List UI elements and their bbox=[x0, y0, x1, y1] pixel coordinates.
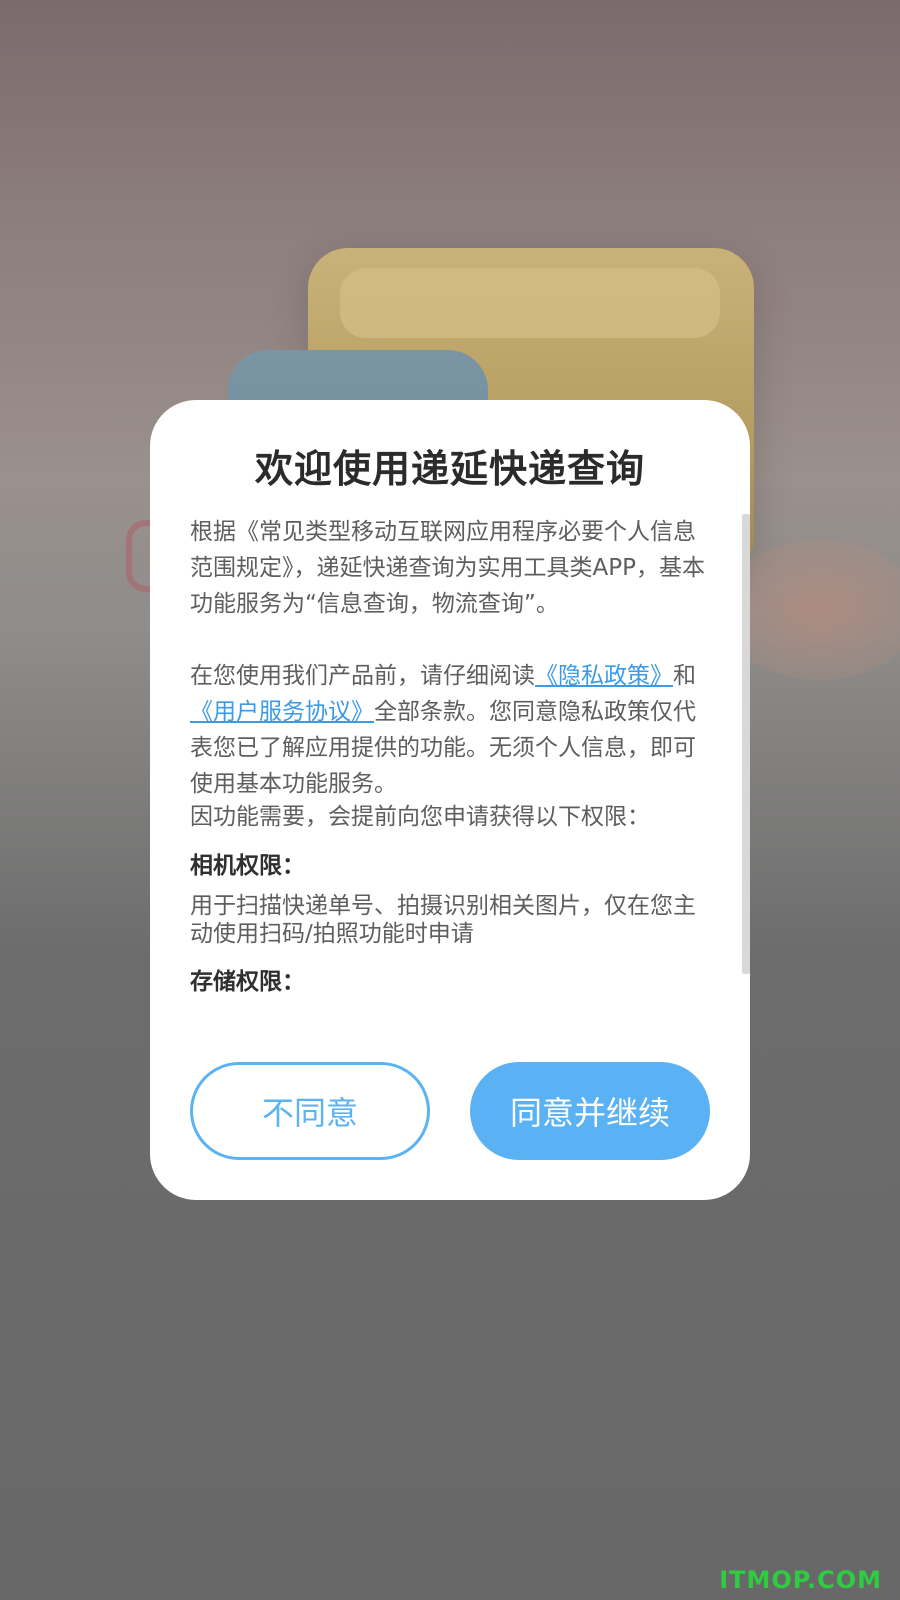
dialog-title: 欢迎使用递延快递查询 bbox=[254, 447, 645, 491]
screen: 欢迎使用递延快递查询 根据《常见类型移动互联网应用程序必要个人信息范围规定》，递… bbox=[0, 0, 900, 1600]
permissions-intro-text: 因功能需要，会提前向您申请获得以下权限： bbox=[190, 804, 650, 830]
privacy-policy-link[interactable]: 《隐私政策》 bbox=[535, 663, 673, 689]
intro-text: 根据《常见类型移动互联网应用程序必要个人信息范围规定》，递延快递查询为实用工具类… bbox=[190, 519, 705, 617]
agreement-text: 在您使用我们产品前，请仔细阅读《隐私政策》和《用户服务协议》全部条款。您同意隐私… bbox=[190, 658, 710, 802]
dialog-scrollbar[interactable] bbox=[742, 514, 750, 974]
privacy-dialog: 欢迎使用递延快递查询 根据《常见类型移动互联网应用程序必要个人信息范围规定》，递… bbox=[150, 400, 750, 1200]
permission-desc-camera: 用于扫描快递单号、拍摄识别相关图片，仅在您主动使用扫码/拍照功能时申请 bbox=[190, 893, 696, 947]
read-prefix-text: 在您使用我们产品前，请仔细阅读 bbox=[190, 663, 535, 689]
watermark-text: ITMOP.COM bbox=[719, 1566, 882, 1594]
permission-title-camera: 相机权限： bbox=[190, 853, 305, 879]
and-text: 和 bbox=[673, 663, 696, 689]
background-package-lid bbox=[340, 268, 720, 338]
agree-continue-button[interactable]: 同意并继续 bbox=[470, 1062, 710, 1160]
user-service-agreement-link[interactable]: 《用户服务协议》 bbox=[190, 699, 374, 725]
permission-title-storage: 存储权限： bbox=[190, 969, 305, 995]
dialog-content-scroll[interactable]: 根据《常见类型移动互联网应用程序必要个人信息范围规定》，递延快递查询为实用工具类… bbox=[190, 514, 710, 1034]
decline-button[interactable]: 不同意 bbox=[190, 1062, 430, 1160]
